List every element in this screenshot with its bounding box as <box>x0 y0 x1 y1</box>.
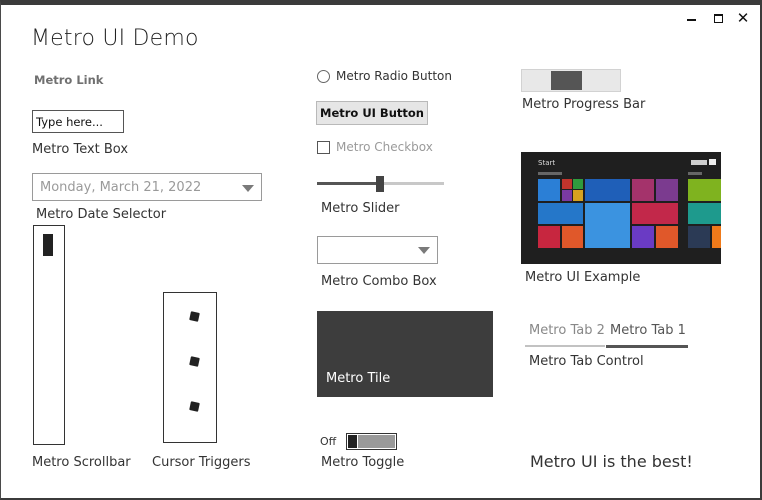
slider-fill <box>317 182 380 185</box>
example-tile <box>538 179 560 201</box>
tab-underline-selected <box>606 345 688 348</box>
example-tile <box>656 226 678 248</box>
example-start-text: Start <box>538 159 556 167</box>
text-box-label: Metro Text Box <box>32 142 129 157</box>
cursor-trigger[interactable] <box>189 401 200 412</box>
chevron-down-icon <box>242 185 254 192</box>
example-tile <box>656 179 678 201</box>
example-group-label <box>688 172 702 175</box>
toggle-state: Off <box>320 435 337 448</box>
example-tile <box>585 179 630 201</box>
window-title: Metro UI Demo <box>31 26 199 51</box>
metro-combo-box[interactable] <box>317 236 438 264</box>
minimize-icon <box>686 19 696 21</box>
metro-ui-example-image: Start <box>521 152 721 264</box>
tab-metro-2[interactable]: Metro Tab 2 <box>529 323 605 338</box>
example-tile <box>585 203 630 248</box>
metro-checkbox[interactable] <box>317 141 330 154</box>
example-tile <box>573 179 583 189</box>
example-group-label <box>538 172 562 175</box>
cursor-triggers-label: Cursor Triggers <box>152 455 251 470</box>
slider-label: Metro Slider <box>321 201 400 216</box>
example-tile <box>688 226 710 248</box>
example-user-chip <box>691 160 707 165</box>
minimize-button[interactable] <box>680 9 702 27</box>
metro-tile[interactable]: Metro Tile <box>317 311 493 397</box>
metro-link[interactable]: Metro Link <box>34 73 103 87</box>
metro-scrollbar[interactable] <box>33 225 65 445</box>
tile-label: Metro Tile <box>326 371 391 386</box>
cursor-trigger[interactable] <box>189 356 200 367</box>
scrollbar-thumb[interactable] <box>43 234 53 256</box>
checkbox-label: Metro Checkbox <box>336 140 433 154</box>
metro-toggle[interactable] <box>346 433 397 450</box>
metro-radio-button[interactable] <box>317 70 330 83</box>
slider-thumb[interactable] <box>376 176 384 192</box>
example-tile <box>688 179 721 201</box>
example-image-label: Metro UI Example <box>525 270 641 285</box>
example-tile <box>538 226 560 248</box>
date-selector-label: Metro Date Selector <box>36 207 167 222</box>
progress-bar-label: Metro Progress Bar <box>522 97 646 112</box>
close-button[interactable]: ✕ <box>732 9 754 27</box>
toggle-label: Metro Toggle <box>321 455 405 470</box>
app-window: ✕ Metro UI Demo Metro Link Metro Text Bo… <box>0 0 762 500</box>
toggle-knob <box>348 435 357 448</box>
example-tile <box>562 190 572 201</box>
radio-button-label[interactable]: Metro Radio Button <box>336 69 452 83</box>
cursor-trigger[interactable] <box>189 311 200 322</box>
example-tile <box>562 179 572 189</box>
metro-date-selector[interactable]: Monday, March 21, 2022 <box>32 173 262 201</box>
footer-text: Metro UI is the best! <box>530 452 693 471</box>
chevron-down-icon <box>418 247 430 254</box>
toggle-fill <box>358 435 395 448</box>
tab-underline <box>525 345 605 347</box>
combo-box-label: Metro Combo Box <box>321 274 437 289</box>
tab-metro-1[interactable]: Metro Tab 1 <box>610 323 686 338</box>
example-tile <box>538 203 583 224</box>
metro-ui-button[interactable]: Metro UI Button <box>316 101 428 125</box>
example-tile <box>573 190 583 201</box>
maximize-button[interactable] <box>707 9 729 27</box>
example-tile <box>712 226 721 248</box>
scrollbar-label: Metro Scrollbar <box>32 455 131 470</box>
example-tile <box>562 226 583 248</box>
example-avatar <box>709 159 716 165</box>
metro-text-box[interactable] <box>32 110 124 133</box>
maximize-icon <box>713 13 723 23</box>
tab-control-label: Metro Tab Control <box>529 354 644 369</box>
example-tile <box>632 226 654 248</box>
metro-progress-bar <box>521 69 621 92</box>
example-tile <box>632 179 654 201</box>
progress-indicator <box>551 71 582 90</box>
example-tile <box>688 203 721 224</box>
date-value: Monday, March 21, 2022 <box>40 180 202 195</box>
example-tile <box>632 203 678 224</box>
close-icon: ✕ <box>736 9 750 27</box>
